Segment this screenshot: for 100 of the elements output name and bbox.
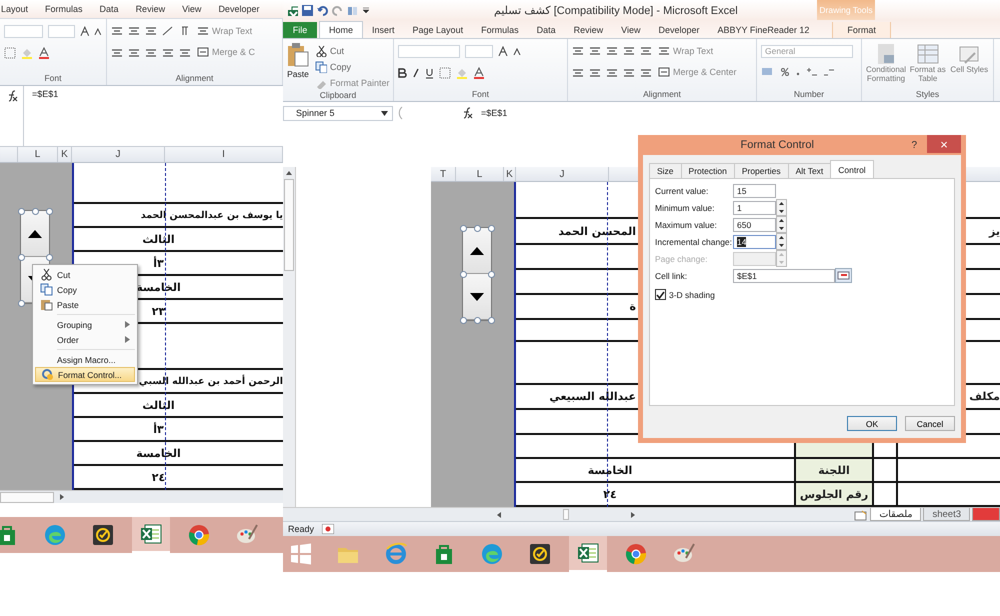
underline-icon[interactable] — [425, 68, 434, 78]
input-field[interactable]: 650 — [733, 218, 776, 232]
input-field[interactable]: $E$1 — [733, 268, 835, 282]
align-left-icon[interactable] — [111, 48, 123, 58]
scrollbar-thumb[interactable] — [0, 492, 54, 502]
spin-up-button[interactable] — [21, 211, 49, 257]
column-header[interactable]: L — [18, 147, 58, 162]
conditional-formatting-button[interactable]: Conditional Formatting — [866, 43, 906, 83]
borders-icon[interactable] — [439, 67, 451, 79]
menu-item[interactable]: Assign Macro... — [35, 352, 135, 367]
grow-font-icon[interactable] — [498, 46, 508, 56]
ribbon-tab[interactable]: Formulas — [472, 22, 528, 38]
ribbon-tab[interactable]: Review — [136, 4, 166, 14]
column-header[interactable]: K — [504, 167, 516, 181]
ribbon-tab[interactable]: File — [283, 22, 317, 38]
shrink-font-icon[interactable] — [94, 27, 102, 35]
fill-color-icon[interactable] — [21, 47, 33, 59]
resize-handle[interactable] — [488, 271, 495, 278]
cell-styles-button[interactable]: Cell Styles — [950, 43, 989, 74]
ribbon-tab[interactable]: Data — [100, 4, 119, 14]
align-right-icon[interactable] — [606, 68, 618, 78]
ribbon-tab[interactable]: Developer — [649, 22, 709, 38]
scrollbar-thumb[interactable] — [284, 179, 294, 271]
column-header[interactable]: I — [165, 147, 283, 162]
spin-down-button[interactable] — [463, 274, 491, 320]
align-left-icon[interactable] — [572, 68, 584, 78]
cancel-button[interactable]: Cancel — [905, 416, 955, 431]
ribbon-tab[interactable]: View — [612, 22, 650, 38]
italic-icon[interactable] — [412, 68, 420, 78]
form-icon[interactable] — [347, 4, 358, 16]
grow-font-icon[interactable] — [80, 26, 90, 36]
resize-handle[interactable] — [18, 300, 25, 307]
spin-arrows-icon[interactable] — [776, 233, 787, 250]
dropdown-arrow-icon[interactable] — [381, 110, 388, 116]
ribbon-tab[interactable]: View — [182, 4, 202, 14]
ribbon-tab[interactable]: Layout — [1, 4, 28, 14]
ribbon-tab[interactable]: Home — [319, 21, 364, 38]
scrollbar-thumb[interactable] — [563, 509, 569, 520]
increase-indent-icon[interactable] — [179, 48, 191, 58]
taskbar-button[interactable] — [569, 536, 607, 572]
ribbon-tab[interactable]: Developer — [218, 4, 260, 14]
dialog-tab[interactable]: Properties — [734, 163, 789, 178]
align-center-icon[interactable] — [589, 68, 601, 78]
record-macro-icon[interactable] — [322, 524, 334, 534]
fill-color-icon[interactable] — [456, 67, 468, 79]
collapse-dialog-icon[interactable] — [835, 268, 852, 283]
help-button[interactable]: ? — [911, 140, 917, 150]
spin-up-button[interactable] — [463, 228, 491, 274]
resize-handle[interactable] — [18, 254, 25, 261]
taskbar-button[interactable] — [132, 517, 170, 553]
ribbon-tab[interactable]: Page Layout — [404, 22, 472, 38]
increase-decimal-icon[interactable] — [806, 67, 818, 77]
dialog-tab[interactable]: Control — [830, 160, 874, 178]
column-header[interactable]: L — [456, 167, 504, 181]
close-button[interactable]: × — [927, 135, 961, 153]
increase-indent-icon[interactable] — [640, 68, 652, 78]
column-header[interactable]: J — [72, 147, 165, 162]
ribbon-tab[interactable]: Formulas — [45, 4, 83, 14]
input-field[interactable]: 14 — [733, 234, 776, 248]
insert-sheet-icon[interactable] — [854, 510, 868, 521]
undo-icon[interactable] — [317, 4, 328, 16]
formula-field[interactable]: =$E$1 — [481, 108, 1000, 118]
sheet-tab[interactable]: ملصقات — [870, 508, 922, 521]
function-icon[interactable] — [6, 90, 18, 102]
resize-handle[interactable] — [46, 254, 53, 261]
input-field[interactable]: 15 — [733, 184, 776, 198]
align-bottom-icon[interactable] — [145, 26, 157, 36]
align-center-icon[interactable] — [128, 48, 140, 58]
cut-button[interactable]: Cut — [315, 43, 390, 58]
sheet-tab[interactable]: sheet3 — [923, 508, 970, 521]
menu-item[interactable]: Grouping — [35, 317, 135, 332]
decrease-decimal-icon[interactable] — [823, 67, 835, 77]
ok-button[interactable]: OK — [847, 416, 897, 431]
align-bottom-icon[interactable] — [606, 46, 618, 56]
decrease-indent-icon[interactable] — [162, 48, 174, 58]
spinner-control[interactable] — [462, 227, 492, 321]
menu-item[interactable]: Order — [35, 332, 135, 347]
format-as-table-button[interactable]: Format as Table — [908, 43, 948, 83]
ribbon-tab[interactable]: Format — [832, 22, 891, 38]
input-field[interactable]: 1 — [733, 200, 776, 214]
menu-item[interactable]: Paste — [35, 297, 135, 312]
spin-arrows-icon[interactable] — [776, 199, 787, 216]
menu-item[interactable]: Cut — [35, 267, 135, 282]
menu-item[interactable]: Format Control... — [35, 367, 135, 382]
column-header[interactable]: T — [431, 167, 456, 181]
decrease-indent-icon[interactable] — [623, 68, 635, 78]
ribbon-tab[interactable]: Data — [528, 22, 565, 38]
copy-button[interactable]: Copy — [315, 59, 390, 74]
ribbon-tab[interactable]: Insert — [363, 22, 404, 38]
align-right-icon[interactable] — [145, 48, 157, 58]
borders-icon[interactable] — [4, 47, 16, 59]
resize-handle[interactable] — [460, 271, 467, 278]
function-icon[interactable] — [461, 107, 473, 119]
dialog-tab[interactable]: Size — [649, 163, 682, 178]
scroll-up-icon[interactable] — [285, 169, 293, 177]
align-top-icon[interactable] — [111, 26, 123, 36]
customize-icon[interactable] — [362, 6, 370, 14]
align-top-icon[interactable] — [572, 46, 584, 56]
scroll-left-icon[interactable] — [495, 510, 503, 518]
percent-icon[interactable] — [780, 67, 790, 77]
